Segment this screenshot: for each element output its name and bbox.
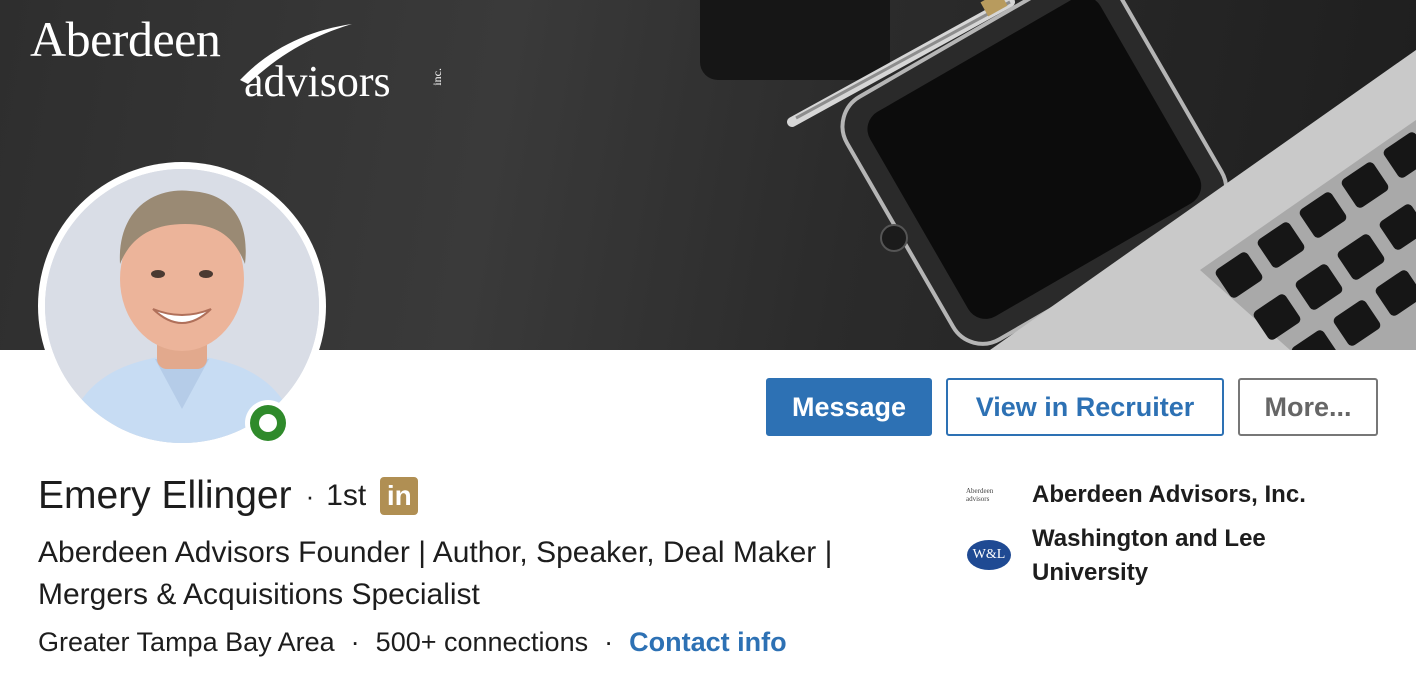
profile-location: Greater Tampa Bay Area bbox=[38, 626, 335, 657]
name-separator: · bbox=[305, 480, 315, 511]
school-logo-text: W&L bbox=[967, 540, 1011, 570]
contact-info-link[interactable]: Contact info bbox=[629, 627, 786, 658]
profile-headline: Aberdeen Advisors Founder | Author, Spea… bbox=[38, 536, 833, 611]
banner-logo-suffix: inc. bbox=[430, 68, 444, 86]
company-logo-text: Aberdeen advisors bbox=[966, 487, 994, 503]
banner-logo-subtext: advisors bbox=[244, 57, 391, 106]
company-logo: Aberdeen advisors bbox=[966, 478, 1012, 512]
online-status-icon bbox=[245, 400, 291, 446]
affiliation-school[interactable]: W&L Washington and Lee University bbox=[966, 522, 1362, 590]
linkedin-premium-icon: in bbox=[380, 477, 419, 515]
meta-separator: · bbox=[350, 626, 360, 657]
affiliation-company[interactable]: Aberdeen advisors Aberdeen Advisors, Inc… bbox=[966, 478, 1362, 512]
message-button[interactable]: Message bbox=[766, 378, 932, 436]
view-in-recruiter-button[interactable]: View in Recruiter bbox=[946, 378, 1224, 436]
connections-count[interactable]: 500+ connections bbox=[376, 627, 588, 658]
profile-meta-row: Greater Tampa Bay Area · 500+ connection… bbox=[38, 622, 787, 662]
connection-degree: 1st bbox=[326, 479, 367, 512]
profile-name-row: Emery Ellinger · 1st in bbox=[38, 472, 419, 520]
company-name[interactable]: Aberdeen Advisors, Inc. bbox=[1032, 478, 1362, 512]
banner-logo-text: Aberdeen bbox=[30, 11, 221, 67]
school-logo: W&L bbox=[966, 522, 1012, 570]
meta-separator: · bbox=[604, 626, 614, 657]
school-name[interactable]: Washington and Lee University bbox=[1032, 522, 1362, 590]
profile-name: Emery Ellinger bbox=[38, 474, 292, 517]
more-button[interactable]: More... bbox=[1238, 378, 1378, 436]
